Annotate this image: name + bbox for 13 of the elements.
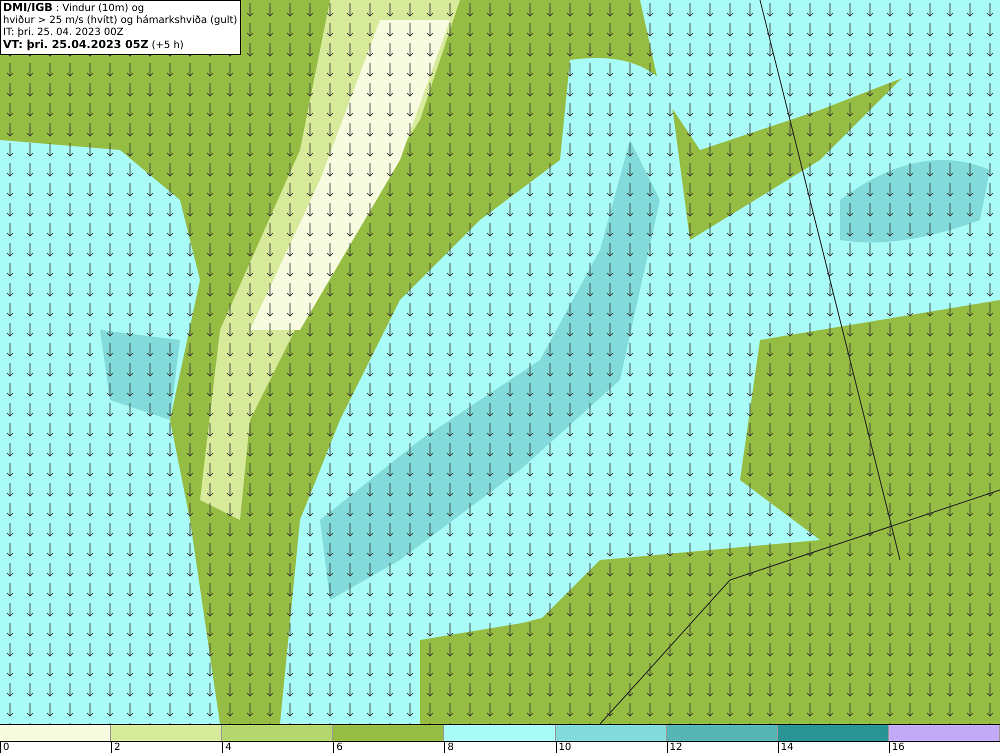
title-line: VT: þri. 25.04.2023 05Z (+5 h) <box>3 39 185 52</box>
legend-label: 2 <box>111 742 120 753</box>
legend-label: 4 <box>222 742 232 753</box>
legend-label: 16 <box>888 742 905 753</box>
legend-label: 8 <box>444 742 454 753</box>
title-line: hviður > 25 m/s (hvítt) og hámarkshviða (gult) <box>3 15 238 27</box>
title-line: DMI/IGB : Vindur (10m) og <box>3 2 146 15</box>
legend-label: 14 <box>778 742 794 753</box>
title-line: IT: þri. 25. 04. 2023 00Z <box>3 27 124 39</box>
legend-label: 0 <box>0 742 10 753</box>
legend-label: 12 <box>666 742 682 753</box>
legend-label: 6 <box>333 742 343 753</box>
legend-label: 10 <box>556 742 572 753</box>
